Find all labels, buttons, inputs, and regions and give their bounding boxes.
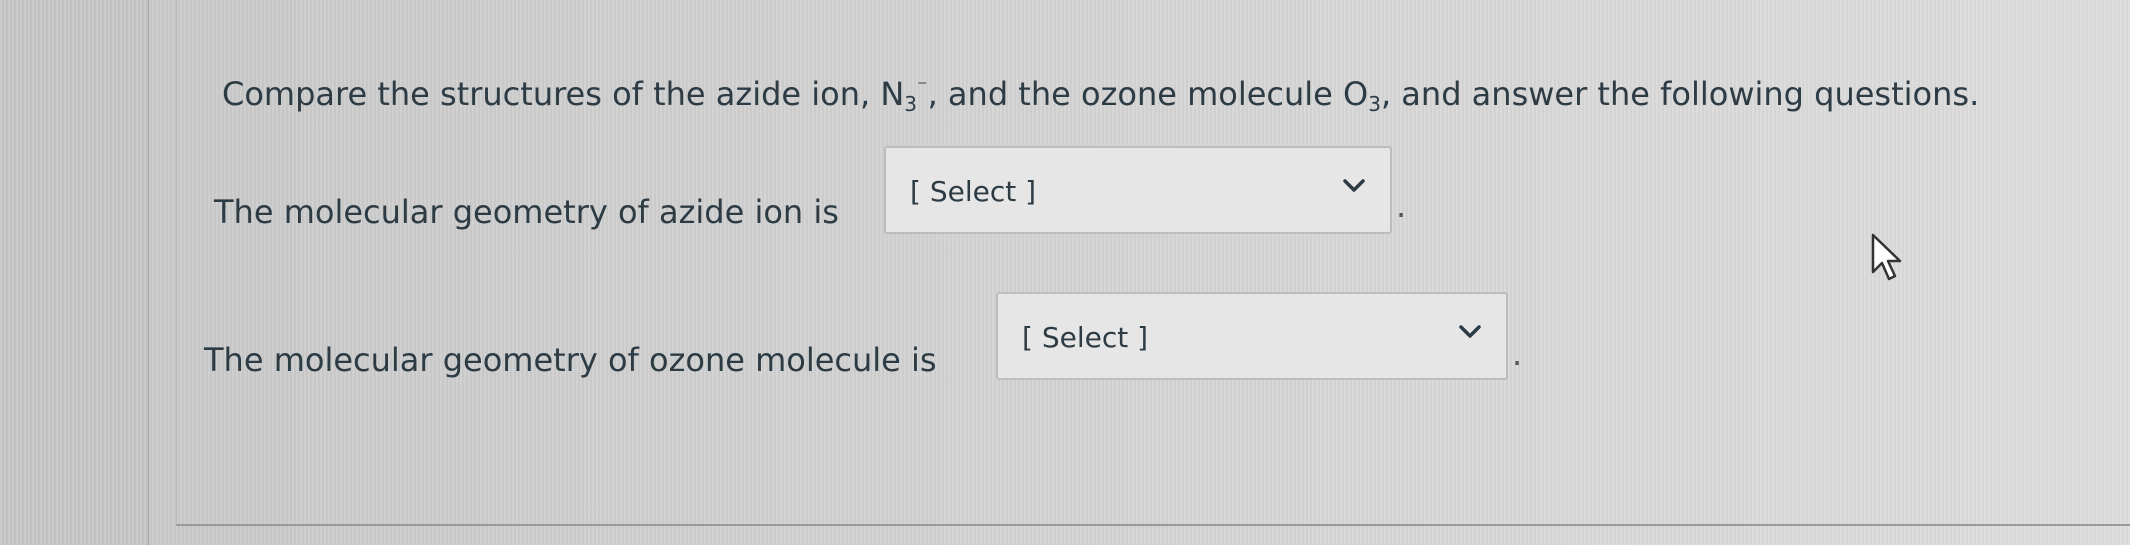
prompt-text-3: , and answer the following questions.	[1380, 75, 1980, 113]
left-panel	[0, 0, 149, 545]
quiz-page: Compare the structures of the azide ion,…	[0, 0, 2130, 545]
prompt-text-2: , and the ozone molecule O	[927, 75, 1369, 113]
azide-charge: ⁻	[917, 74, 928, 98]
azide-geometry-label: The molecular geometry of azide ion is	[214, 193, 839, 231]
mouse-cursor-icon	[1871, 233, 1902, 281]
azide-geometry-select[interactable]: [ Select ]	[884, 146, 1392, 234]
ozone-geometry-label: The molecular geometry of ozone molecule…	[204, 341, 937, 379]
azide-subscript: 3	[904, 92, 918, 116]
chevron-down-icon	[1459, 325, 1481, 338]
prompt-text-1: Compare the structures of the azide ion,…	[222, 75, 905, 113]
azide-geometry-select-value: [ Select ]	[910, 175, 1037, 208]
azide-row-period: .	[1396, 187, 1407, 225]
ozone-geometry-select[interactable]: [ Select ]	[996, 292, 1508, 380]
ozone-subscript: 3	[1368, 92, 1381, 116]
ozone-geometry-select-value: [ Select ]	[1022, 321, 1149, 354]
ozone-row-period: .	[1512, 335, 1523, 373]
chevron-down-icon	[1343, 179, 1365, 192]
question-prompt: Compare the structures of the azide ion,…	[222, 66, 1979, 124]
